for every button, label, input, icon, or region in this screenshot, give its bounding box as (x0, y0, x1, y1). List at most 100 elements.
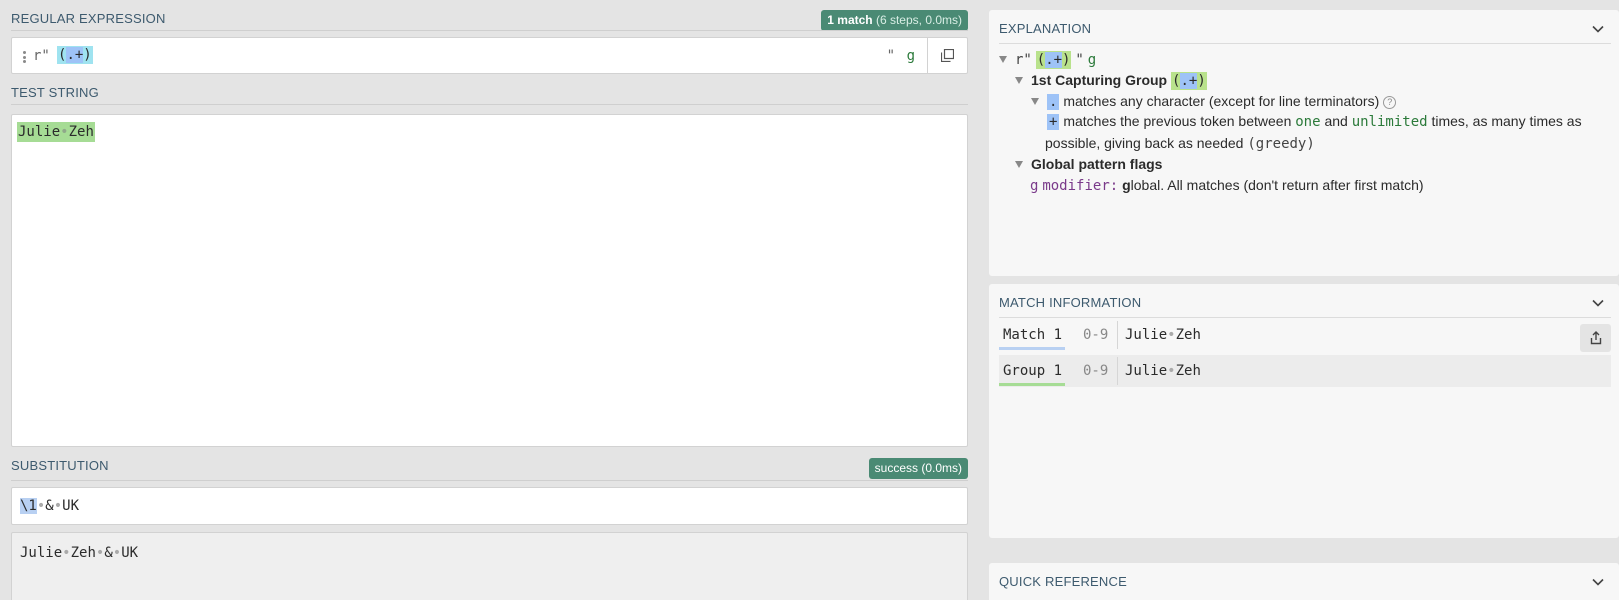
pattern-group-inner: .+ (66, 47, 84, 63)
group-value: Julie•Zeh (1125, 363, 1201, 379)
group-label: 1st Capturing Group (1031, 72, 1168, 88)
flag-g-letter: g (1122, 177, 1131, 193)
match-label: Match 1 (1003, 327, 1063, 343)
flags-label: Global pattern flags (1031, 156, 1163, 172)
root-delimiter-close: " (1075, 52, 1084, 68)
group-color-bar (999, 383, 1065, 386)
regex-pattern[interactable]: (.+) (57, 46, 93, 64)
regex-input[interactable]: r" (.+) " g (11, 37, 968, 74)
explanation-flag-g: g modifier: global. All matches (don't r… (1030, 177, 1424, 194)
test-word-2: Zeh (68, 124, 94, 140)
substitution-text: \1•&•UK (20, 498, 79, 514)
plus-description-3: possible, giving back as needed (1045, 135, 1244, 151)
regex-section-title: REGULAR EXPRESSION (11, 11, 166, 26)
explanation-dot[interactable]: . matches any character (except for line… (1031, 93, 1397, 110)
root-group-close: ) (1062, 52, 1071, 68)
root-group-open: ( (1036, 52, 1046, 68)
space-marker: • (1167, 363, 1176, 379)
group-value-b: Zeh (1175, 363, 1201, 379)
explanation-root[interactable]: r" (.+) " g (999, 51, 1097, 69)
match-row[interactable]: Match 1 0-9 Julie•Zeh (999, 319, 1611, 351)
copy-button[interactable] (927, 38, 967, 73)
group-label: Group 1 (1003, 363, 1063, 379)
space-marker: • (53, 498, 63, 514)
group-range: 0-9 (1083, 363, 1109, 379)
match-value: Julie•Zeh (1125, 327, 1201, 343)
plus-and: and (1324, 113, 1348, 129)
explanation-plus-cont: possible, giving back as needed (greedy) (1045, 135, 1315, 152)
result-part: Zeh (70, 545, 96, 561)
pattern-group-close: ) (83, 47, 92, 63)
regex-section-divider (11, 30, 968, 31)
plus-unlimited: unlimited (1351, 114, 1428, 130)
explanation-flags[interactable]: Global pattern flags (1015, 156, 1162, 172)
column-separator (1117, 357, 1118, 385)
share-button[interactable] (1580, 324, 1611, 352)
space-marker: • (112, 545, 122, 561)
match-range: 0-9 (1083, 327, 1109, 343)
editor-column: REGULAR EXPRESSION 1 match (6 steps, 0.0… (0, 0, 978, 600)
info-icon[interactable]: ? (1383, 96, 1397, 109)
substitution-result-text: Julie•Zeh•&•UK (20, 545, 138, 561)
space-marker: • (62, 545, 71, 561)
space-marker: • (1167, 327, 1176, 343)
flag-g-code: g (1030, 178, 1039, 194)
substitution-section-title: SUBSTITUTION (11, 458, 109, 473)
root-flag: g (1087, 52, 1097, 68)
substitution-status-badge: success (0.0ms) (868, 458, 968, 479)
backreference-token: \1 (20, 498, 37, 514)
match-count-detail: (6 steps, 0.0ms) (875, 13, 962, 27)
dot-description: matches any character (except for line t… (1063, 93, 1380, 109)
match-color-bar (999, 347, 1065, 350)
test-string-editor[interactable]: Julie•Zeh (11, 114, 968, 447)
flag-g-description: lobal. All matches (don't return after f… (1130, 177, 1424, 193)
result-part: Julie (20, 545, 63, 561)
chevron-down-icon[interactable] (1591, 296, 1605, 310)
collapse-triangle-icon[interactable] (1015, 77, 1023, 84)
regex-delimiter-open: r" (33, 48, 50, 64)
plus-greedy: (greedy) (1247, 136, 1315, 152)
match-information-panel: MATCH INFORMATION Match 1 0-9 Julie•Zeh … (989, 284, 1619, 538)
explanation-group[interactable]: 1st Capturing Group (.+) (1015, 72, 1207, 90)
flag-modifier-code: modifier: (1042, 178, 1119, 194)
explanation-title: EXPLANATION (999, 21, 1092, 36)
plus-token: + (1047, 114, 1060, 130)
plus-description-1: matches the previous token between (1063, 113, 1292, 129)
root-delimiter-open: r" (1015, 52, 1032, 68)
match-information-title: MATCH INFORMATION (999, 295, 1142, 310)
explanation-plus: + matches the previous token between one… (1047, 113, 1582, 130)
match-count-badge: 1 match (6 steps, 0.0ms) (821, 10, 968, 31)
collapse-triangle-icon[interactable] (999, 56, 1007, 63)
test-string-text: Julie•Zeh (17, 122, 95, 142)
regex-delimiter-close: " (886, 48, 895, 64)
chevron-down-icon[interactable] (1591, 22, 1605, 36)
column-separator (1117, 321, 1118, 349)
test-section-title: TEST STRING (11, 85, 99, 100)
dot-token: . (1047, 94, 1060, 110)
collapse-triangle-icon[interactable] (1031, 98, 1039, 105)
group-value-a: Julie (1125, 363, 1168, 379)
regex-flags[interactable]: g (907, 48, 915, 64)
grip-icon[interactable] (23, 51, 26, 63)
explanation-divider (999, 43, 1611, 44)
group-row[interactable]: Group 1 0-9 Julie•Zeh (999, 355, 1611, 387)
chevron-down-icon[interactable] (1591, 575, 1605, 589)
plus-one: one (1295, 114, 1321, 130)
ampersand-token: & (45, 498, 54, 514)
root-group-inner: .+ (1045, 52, 1063, 68)
quick-reference-title: QUICK REFERENCE (999, 574, 1127, 589)
collapse-triangle-icon[interactable] (1015, 161, 1023, 168)
match-value-b: Zeh (1175, 327, 1201, 343)
substitution-tail: UK (62, 498, 80, 514)
share-icon (1590, 331, 1601, 345)
match-information-divider (999, 317, 1611, 318)
match-count-strong: 1 match (827, 13, 873, 27)
substitution-input[interactable]: \1•&•UK (11, 487, 968, 525)
copy-icon (941, 49, 954, 62)
group-close: ) (1197, 73, 1206, 89)
group-inner: .+ (1180, 73, 1198, 89)
match-value-a: Julie (1125, 327, 1168, 343)
space-marker: • (60, 124, 69, 140)
plus-description-2: times, as many times as (1431, 113, 1582, 129)
test-word-1: Julie (18, 124, 61, 140)
